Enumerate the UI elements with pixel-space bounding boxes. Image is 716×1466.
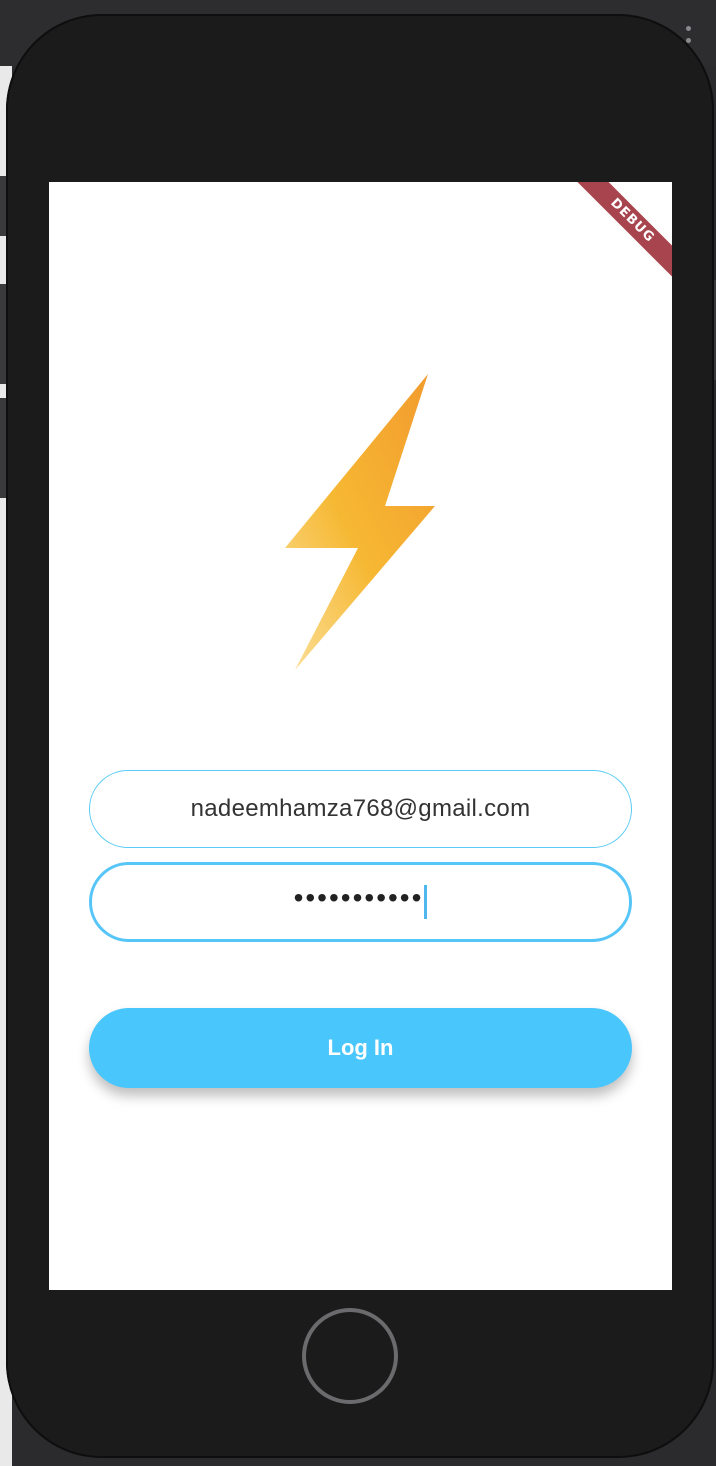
password-field-value: ••••••••••• bbox=[293, 882, 424, 913]
device-frame: DEBUG nadeemhamza768@gmail.com •••••••••… bbox=[6, 14, 714, 1458]
log-in-button[interactable]: Log In bbox=[89, 1008, 632, 1088]
app-screen: DEBUG nadeemhamza768@gmail.com •••••••••… bbox=[49, 182, 672, 1290]
password-field[interactable]: ••••••••••• bbox=[89, 862, 632, 942]
email-field-value: nadeemhamza768@gmail.com bbox=[190, 795, 531, 822]
lightning-bolt-icon bbox=[285, 374, 435, 670]
home-button[interactable] bbox=[302, 1308, 398, 1404]
debug-banner: DEBUG bbox=[567, 182, 672, 286]
text-cursor bbox=[424, 885, 428, 919]
email-field[interactable]: nadeemhamza768@gmail.com bbox=[89, 770, 632, 848]
